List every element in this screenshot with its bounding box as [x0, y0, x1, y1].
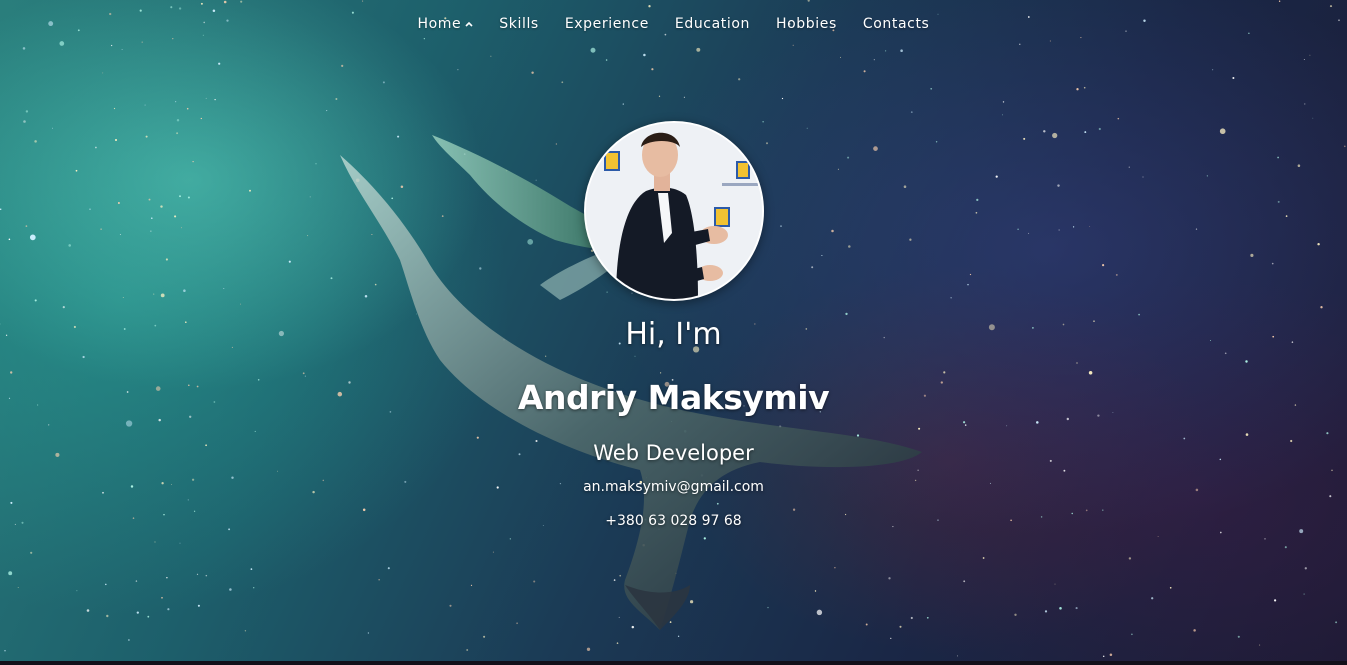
chevron-up-icon	[465, 21, 473, 27]
nav-item-label: Skills	[499, 16, 539, 32]
nav-item-label: Experience	[564, 16, 649, 32]
job-title: Web Developer	[593, 441, 754, 465]
nav-item-skills[interactable]: Skills	[486, 16, 552, 32]
main-nav: Home Skills Experience Education Hobbies…	[0, 0, 1347, 48]
profile-photo	[586, 123, 762, 299]
greeting-text: Hi, I'm	[625, 317, 722, 352]
nav-item-home[interactable]: Home	[405, 16, 487, 32]
nav-item-label: Contacts	[862, 16, 930, 32]
phone-text[interactable]: +380 63 028 97 68	[0, 513, 1347, 529]
person-name: Andriy Maksymiv	[517, 378, 830, 417]
nav-item-hobbies[interactable]: Hobbies	[763, 16, 850, 32]
avatar	[584, 121, 764, 301]
nav-item-label: Hobbies	[776, 16, 837, 32]
nav-item-label: Education	[674, 16, 751, 32]
nav-item-label: Home	[417, 16, 462, 32]
email-text[interactable]: an.maksymiv@gmail.com	[0, 479, 1347, 495]
page-bottom-edge	[0, 661, 1347, 665]
nav-item-contacts[interactable]: Contacts	[850, 16, 943, 32]
nav-item-experience[interactable]: Experience	[552, 16, 662, 32]
nav-item-education[interactable]: Education	[662, 16, 763, 32]
hero-section: Home Skills Experience Education Hobbies…	[0, 0, 1347, 665]
